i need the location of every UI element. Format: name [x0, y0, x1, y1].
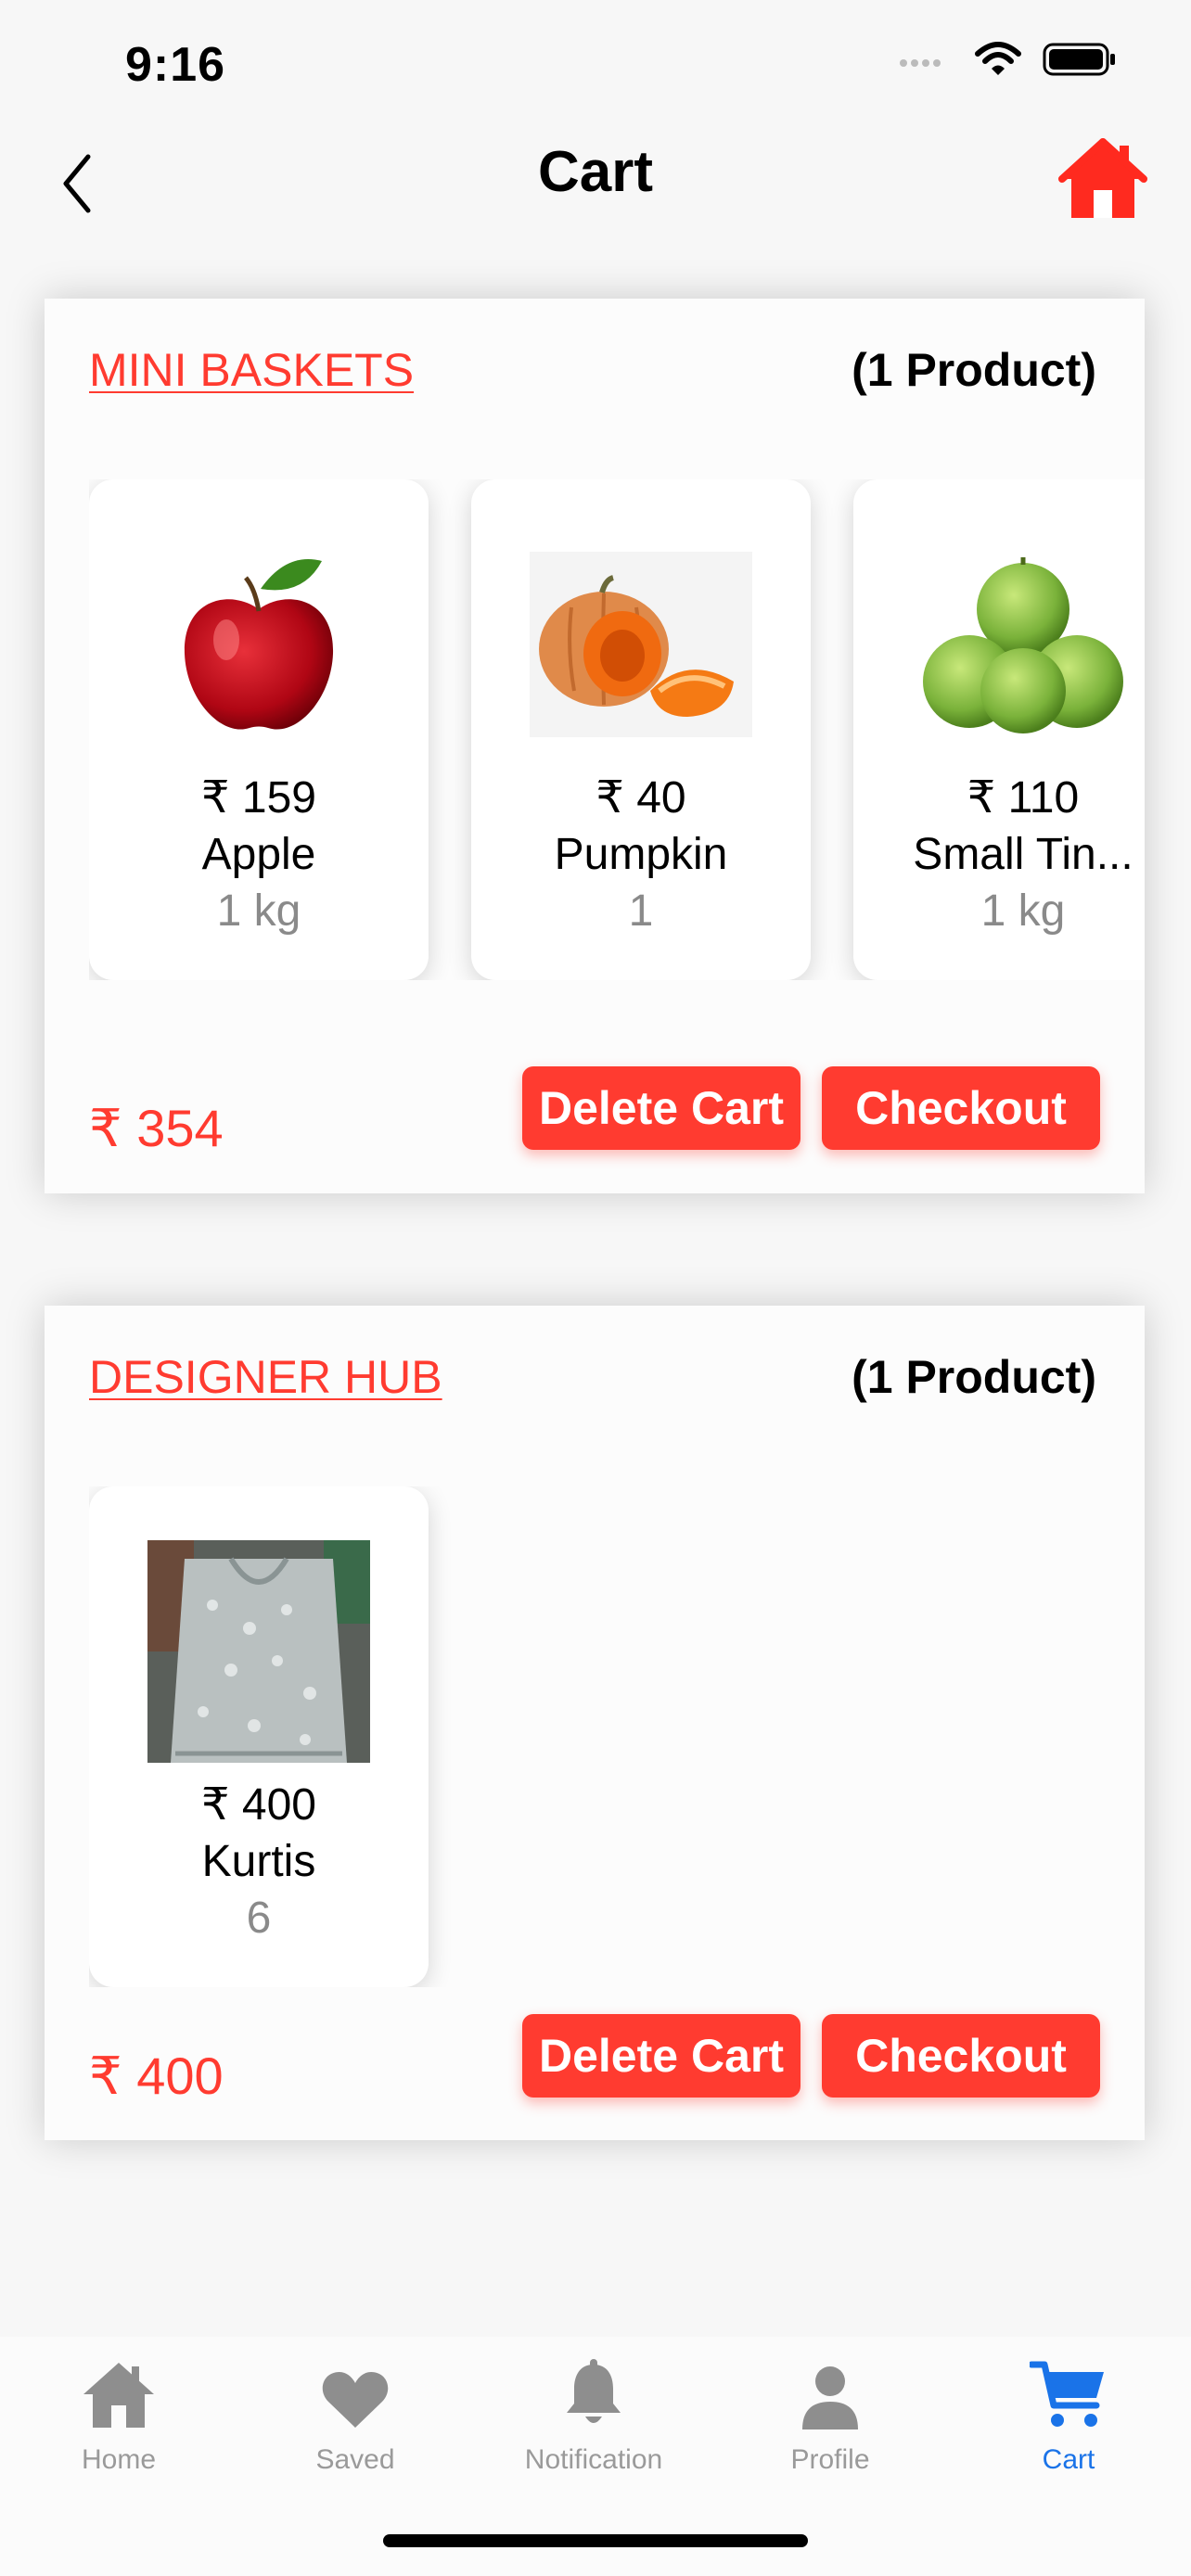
store-name-link[interactable]: DESIGNER HUB [89, 1350, 442, 1404]
product-card-small-tinda[interactable]: ₹ 110 Small Tin... 1 kg [853, 479, 1145, 980]
product-price: ₹ 159 [201, 773, 316, 823]
product-price: ₹ 110 [967, 773, 1080, 823]
product-quantity: 1 kg [980, 886, 1066, 936]
tab-label: Cart [1042, 2444, 1095, 2475]
product-count: (1 Product) [852, 344, 1096, 396]
delete-cart-button[interactable]: Delete Cart [522, 1066, 800, 1150]
tab-label: Notification [524, 2444, 663, 2475]
store-name-link[interactable]: MINI BASKETS [89, 343, 414, 397]
status-time: 9:16 [125, 38, 226, 92]
product-card-pumpkin[interactable]: ₹ 40 Pumpkin 1 [471, 479, 811, 980]
navigation-bar: Cart [0, 121, 1191, 241]
tab-label: Saved [315, 2444, 395, 2475]
cart-total: ₹ 354 [89, 1099, 224, 1157]
product-price: ₹ 40 [596, 773, 686, 823]
cart-icon [1030, 2355, 1108, 2429]
product-quantity: 1 kg [216, 886, 301, 936]
product-quantity: 1 [628, 886, 654, 936]
home-indicator[interactable] [383, 2534, 808, 2547]
pumpkin-image [530, 533, 752, 756]
chevron-left-icon [58, 151, 96, 221]
bell-icon [561, 2355, 626, 2429]
page-title: Cart [537, 140, 654, 204]
product-card-kurtis[interactable]: ₹ 400 Kurtis 6 [89, 1486, 429, 1987]
status-bar: 9:16 [0, 0, 1191, 121]
house-icon [80, 2355, 158, 2429]
apple-image [147, 533, 370, 756]
tab-saved[interactable]: Saved [272, 2355, 439, 2494]
products-row[interactable]: ₹ 400 Kurtis 6 [89, 1486, 1145, 1987]
product-name: Small Tin... [913, 830, 1133, 879]
battery-icon [1043, 41, 1117, 83]
back-button[interactable] [35, 139, 119, 232]
checkout-button[interactable]: Checkout [822, 1066, 1100, 1150]
heart-icon [321, 2355, 390, 2429]
store-card: DESIGNER HUB (1 Product) ₹ 400 Kurtis 6 … [45, 1306, 1145, 2140]
tab-notification[interactable]: Notification [510, 2355, 677, 2494]
tab-profile[interactable]: Profile [747, 2355, 914, 2494]
person-icon [800, 2355, 860, 2429]
tab-home[interactable]: Home [35, 2355, 202, 2494]
wifi-icon [974, 41, 1022, 83]
tab-label: Profile [790, 2444, 870, 2475]
product-quantity: 6 [246, 1894, 272, 1943]
tinda-image [912, 533, 1134, 756]
product-name: Pumpkin [554, 830, 728, 879]
product-count: (1 Product) [852, 1351, 1096, 1403]
tab-label: Home [81, 2444, 157, 2475]
status-icons [898, 41, 1117, 83]
product-name: Kurtis [201, 1837, 316, 1886]
house-icon [1058, 136, 1147, 226]
product-price: ₹ 400 [201, 1780, 316, 1830]
checkout-button[interactable]: Checkout [822, 2014, 1100, 2098]
product-name: Apple [201, 830, 316, 879]
delete-cart-button[interactable]: Delete Cart [522, 2014, 800, 2098]
product-card-apple[interactable]: ₹ 159 Apple 1 kg [89, 479, 429, 980]
kurti-image [147, 1540, 370, 1763]
tab-cart[interactable]: Cart [985, 2355, 1152, 2494]
home-button[interactable] [1052, 130, 1154, 232]
products-row[interactable]: ₹ 159 Apple 1 kg ₹ 40 Pumpkin 1 ₹ 110 Sm… [89, 479, 1145, 980]
cart-total: ₹ 400 [89, 2047, 224, 2105]
signal-icon [898, 50, 954, 73]
store-card: MINI BASKETS (1 Product) ₹ 159 Apple 1 k… [45, 299, 1145, 1193]
